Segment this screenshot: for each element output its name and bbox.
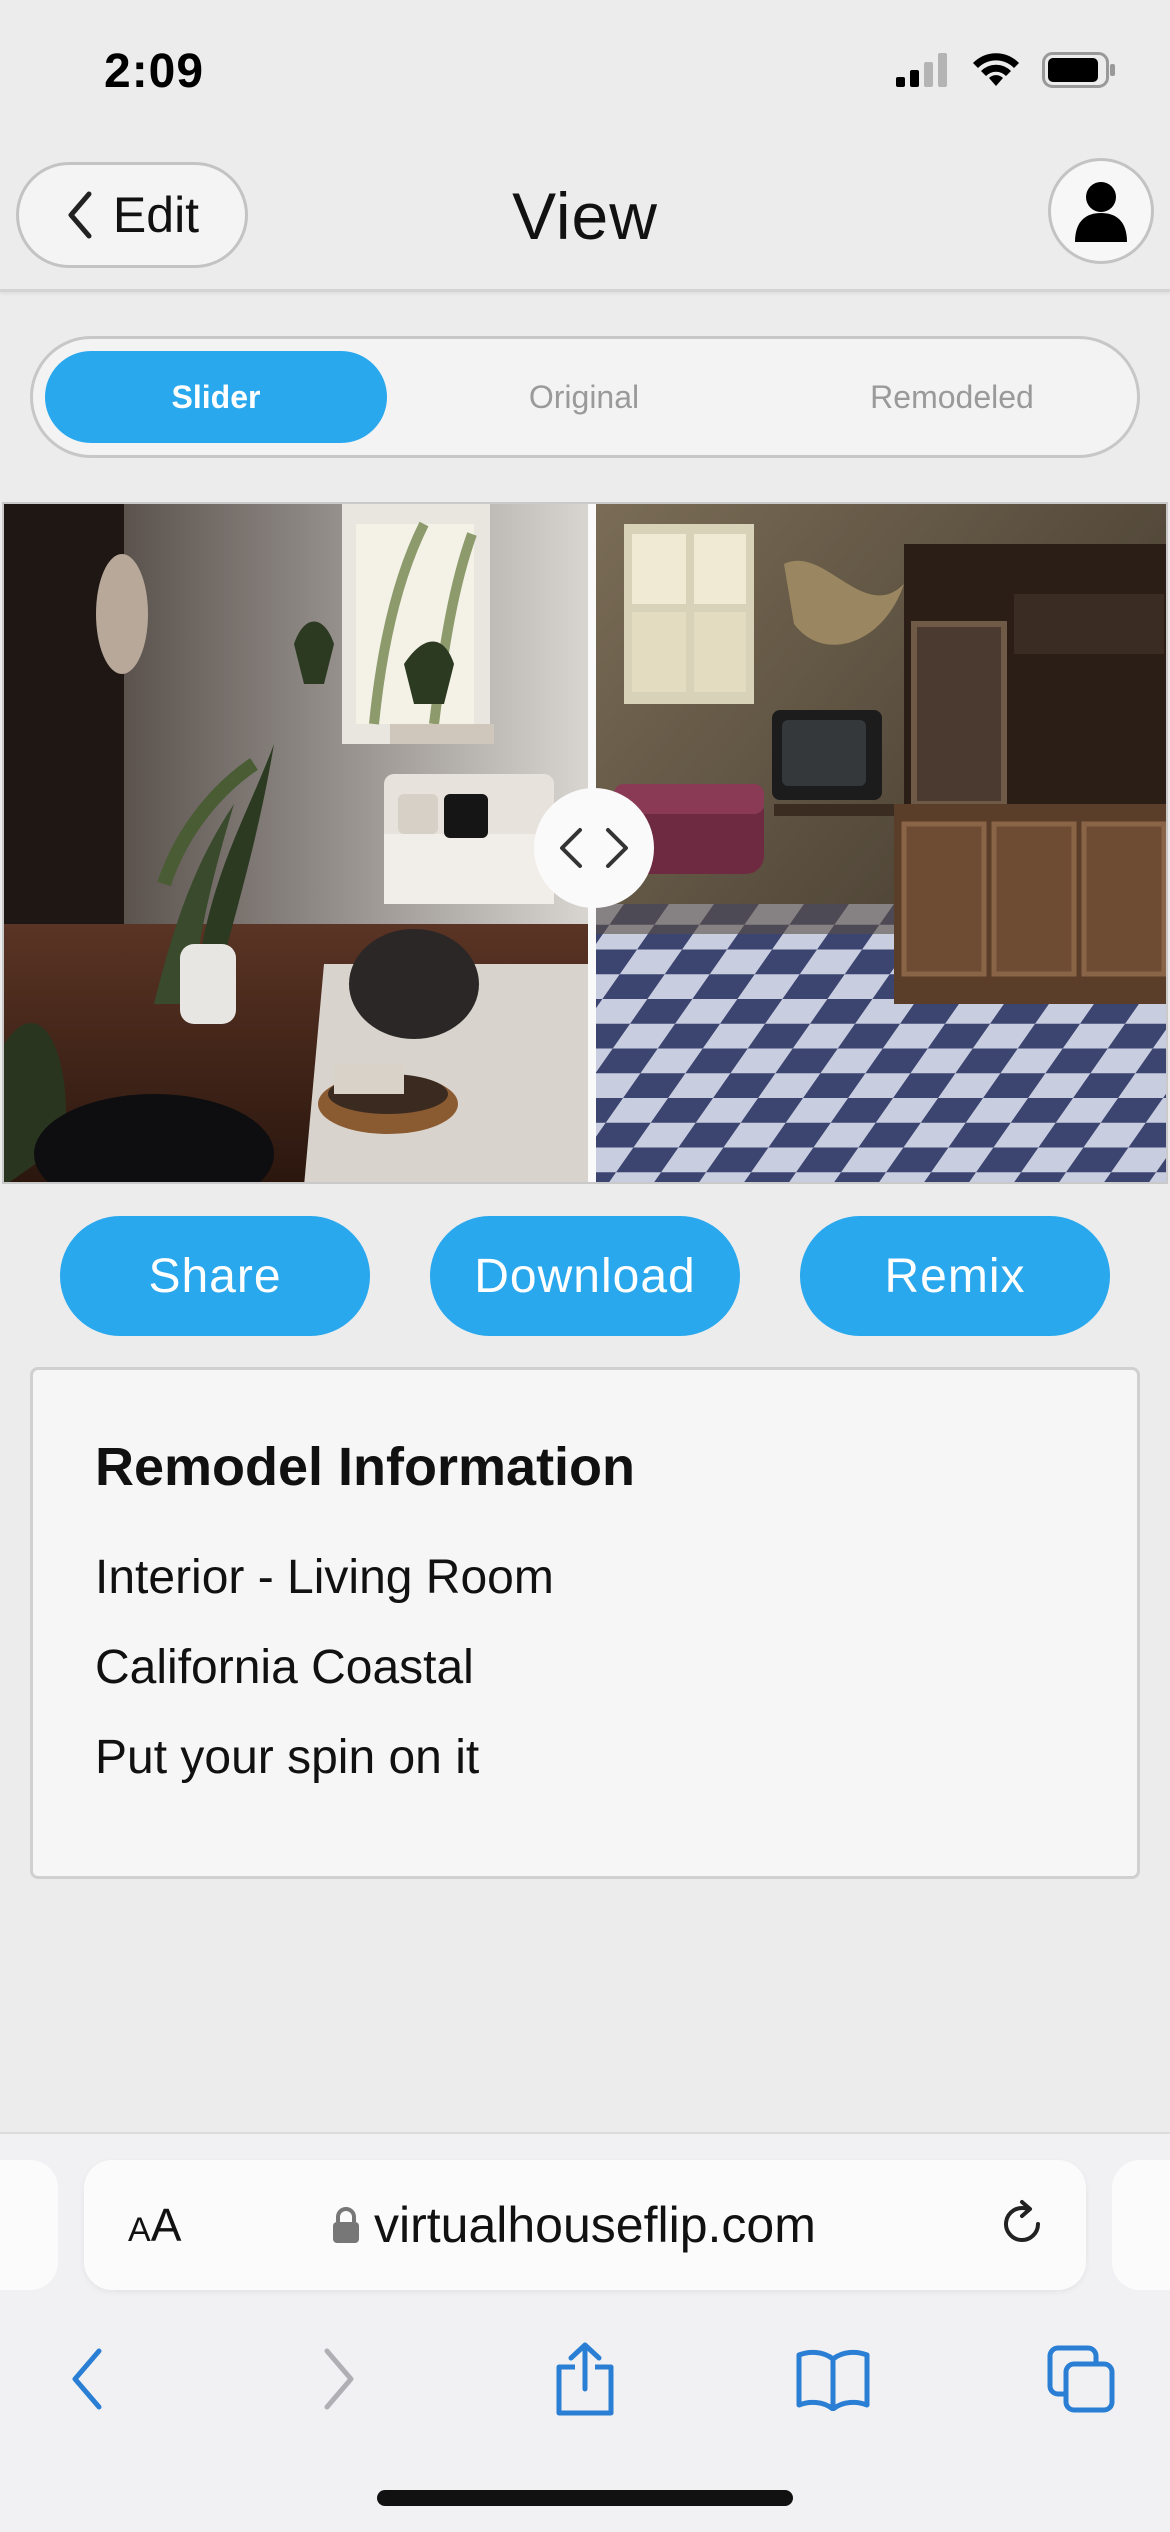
- user-icon: [1075, 182, 1127, 242]
- segment-slider[interactable]: Slider: [45, 351, 387, 443]
- reload-icon: [1004, 2200, 1040, 2242]
- status-bar: 2:09: [0, 0, 1170, 150]
- aa-small: A: [128, 2211, 151, 2249]
- browser-share-button[interactable]: [540, 2334, 630, 2424]
- remodel-info-card: Remodel Information Interior - Living Ro…: [30, 1367, 1140, 1879]
- info-style: California Coastal: [95, 1641, 474, 1694]
- bookmarks-button[interactable]: [788, 2334, 878, 2424]
- book-icon: [796, 2349, 870, 2411]
- page-title: View: [512, 179, 658, 253]
- nav-header: Edit View: [0, 150, 1170, 292]
- status-time: 2:09: [104, 45, 205, 98]
- cellular-icon: [896, 53, 947, 87]
- view-mode-segmented-control: Slider Original Remodeled: [30, 336, 1140, 458]
- url-display[interactable]: virtualhouseflip.com: [332, 2196, 816, 2254]
- aa-big: A: [150, 2199, 182, 2251]
- segment-remodeled[interactable]: Remodeled: [781, 351, 1123, 443]
- info-note: Put your spin on it: [95, 1731, 480, 1784]
- previous-tab-peek[interactable]: [0, 2160, 58, 2290]
- browser-forward-button[interactable]: [294, 2334, 384, 2424]
- status-icons: [896, 52, 1116, 88]
- chevron-right-icon: [324, 2348, 354, 2410]
- browser-toolbar: [0, 2306, 1170, 2446]
- download-button[interactable]: Download: [430, 1216, 740, 1336]
- lock-icon: [333, 2207, 359, 2243]
- tabs-overview-button[interactable]: [1036, 2334, 1126, 2424]
- comparison-slider-image[interactable]: [2, 502, 1168, 1184]
- share-button[interactable]: Share: [60, 1216, 370, 1336]
- reload-button[interactable]: [996, 2198, 1048, 2255]
- wifi-icon: [973, 53, 1019, 86]
- tabs-icon: [1047, 2345, 1115, 2413]
- info-card-title: Remodel Information: [95, 1437, 636, 1497]
- next-tab-peek[interactable]: [1112, 2160, 1170, 2290]
- remix-button[interactable]: Remix: [800, 1216, 1110, 1336]
- segment-original[interactable]: Original: [413, 351, 755, 443]
- url-text: virtualhouseflip.com: [374, 2197, 816, 2253]
- browser-bottom-bar: AA virtualhouseflip.com: [0, 2132, 1170, 2532]
- chevron-left-right-icon: [560, 828, 628, 868]
- battery-icon: [1042, 52, 1115, 88]
- address-bar[interactable]: AA virtualhouseflip.com: [84, 2160, 1086, 2290]
- chevron-left-icon: [72, 2348, 102, 2410]
- home-indicator: [377, 2490, 793, 2506]
- reader-aa-button[interactable]: AA: [128, 2198, 181, 2252]
- info-room-type: Interior - Living Room: [95, 1551, 554, 1604]
- slider-handle[interactable]: [534, 788, 654, 908]
- profile-avatar-button[interactable]: [1048, 158, 1154, 264]
- browser-back-button[interactable]: [42, 2334, 132, 2424]
- share-icon: [556, 2342, 614, 2416]
